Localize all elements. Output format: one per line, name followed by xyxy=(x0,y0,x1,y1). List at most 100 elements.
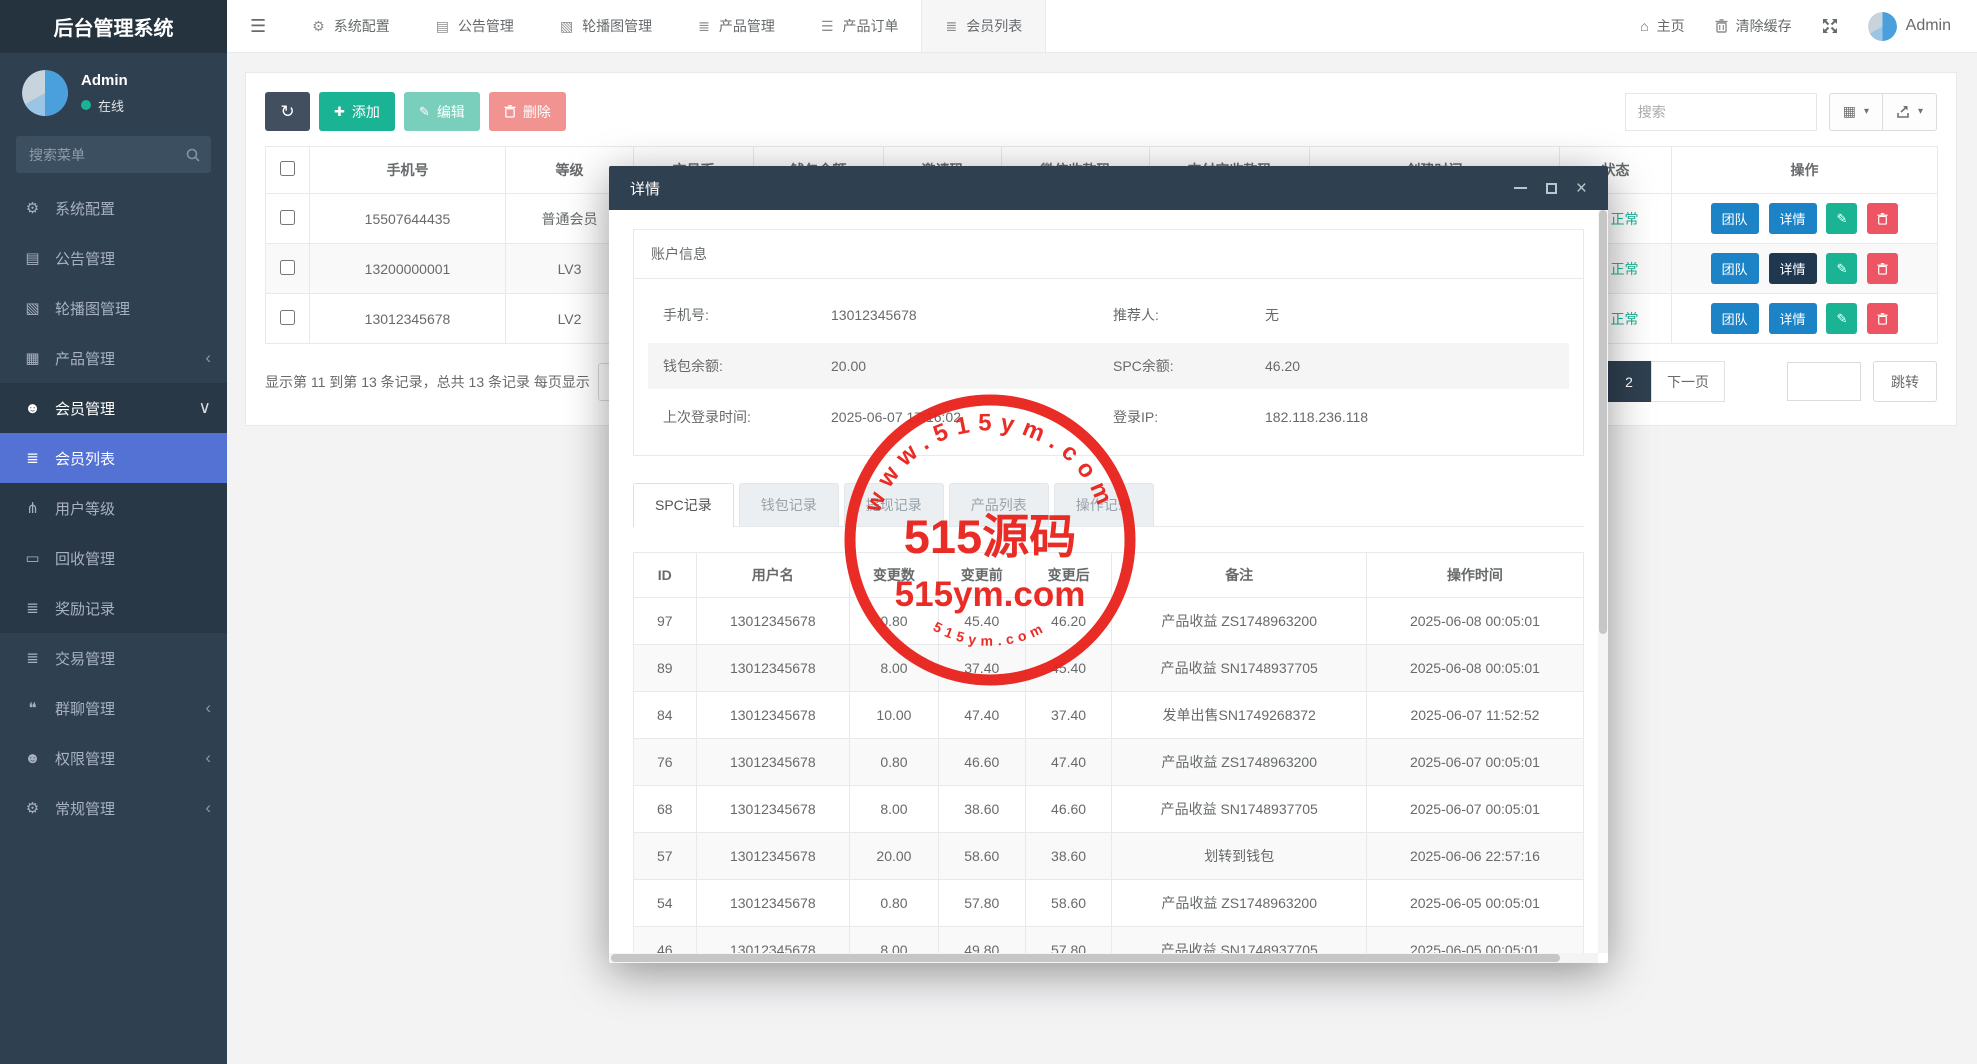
add-button[interactable]: ✚添加 xyxy=(319,92,395,131)
row-delete-button[interactable] xyxy=(1867,253,1898,284)
refresh-button[interactable]: ↻ xyxy=(265,92,310,131)
list-icon: ≣ xyxy=(945,18,957,35)
row-checkbox[interactable] xyxy=(280,310,295,325)
sidebar-item-label: 交易管理 xyxy=(55,648,115,669)
record-after: 58.60 xyxy=(1025,880,1112,927)
team-button[interactable]: 团队 xyxy=(1711,303,1759,334)
sidebar-item[interactable]: ▭ 回收管理 xyxy=(0,533,227,583)
sidebar-item[interactable]: ⚙ 系统配置 xyxy=(0,183,227,233)
select-all-checkbox[interactable] xyxy=(280,161,295,176)
topnav-tab[interactable]: ▧ 轮播图管理 xyxy=(537,0,675,52)
field-label: 手机号: xyxy=(663,305,831,325)
col-actions: 操作 xyxy=(1672,147,1938,194)
close-icon[interactable]: × xyxy=(1576,179,1587,198)
minimize-icon[interactable] xyxy=(1514,187,1527,189)
chevron-left-icon: ‹ xyxy=(205,698,211,718)
field-value: 182.118.236.118 xyxy=(1265,409,1554,425)
field-label: 钱包余额: xyxy=(663,356,831,376)
topnav-tab[interactable]: ▤ 公告管理 xyxy=(413,0,537,52)
hamburger-icon[interactable]: ☰ xyxy=(227,0,289,52)
page-number-button[interactable]: 2 xyxy=(1606,361,1652,402)
topnav-tab[interactable]: ≣ 会员列表 xyxy=(921,0,1046,52)
field-value: 20.00 xyxy=(831,358,1113,374)
sidebar-item[interactable]: ≣ 会员列表 xyxy=(0,433,227,483)
sidebar-item[interactable]: ⚙ 常规管理 ‹ xyxy=(0,783,227,833)
sidebar-item[interactable]: ≣ 交易管理 xyxy=(0,633,227,683)
row-edit-button[interactable]: ✎ xyxy=(1826,203,1857,234)
sidebar-item[interactable]: ⋔ 用户等级 xyxy=(0,483,227,533)
modal-titlebar[interactable]: 详情 × xyxy=(609,166,1608,210)
user-menu[interactable]: Admin xyxy=(1868,12,1951,41)
sidebar-item[interactable]: ▦ 产品管理 ‹ xyxy=(0,333,227,383)
modal-vertical-scrollbar[interactable] xyxy=(1598,210,1608,953)
sidebar-item[interactable]: ❝ 群聊管理 ‹ xyxy=(0,683,227,733)
sidebar-item-label: 公告管理 xyxy=(55,248,115,269)
scrollbar-thumb[interactable] xyxy=(1599,210,1607,634)
maximize-icon[interactable] xyxy=(1546,183,1557,194)
chat-icon: ❝ xyxy=(23,699,42,717)
sidebar-item[interactable]: ≣ 奖励记录 xyxy=(0,583,227,633)
record-after: 38.60 xyxy=(1025,833,1112,880)
topnav-tab[interactable]: ≣ 产品管理 xyxy=(675,0,798,52)
sidebar-item-label: 常规管理 xyxy=(55,798,115,819)
team-button[interactable]: 团队 xyxy=(1711,253,1759,284)
plus-icon: ✚ xyxy=(334,104,345,120)
row-checkbox[interactable] xyxy=(280,210,295,225)
sidebar-item-label: 会员管理 xyxy=(55,398,115,419)
profile-status: 在线 xyxy=(98,96,124,115)
avatar xyxy=(1868,12,1897,41)
row-delete-button[interactable] xyxy=(1867,203,1898,234)
row-checkbox[interactable] xyxy=(280,260,295,275)
fullscreen-button[interactable] xyxy=(1822,17,1838,35)
record-tab[interactable]: 钱包记录 xyxy=(739,483,839,526)
account-info-row: 上次登录时间: 2025-06-07 17:16:02 登录IP: 182.11… xyxy=(648,394,1569,440)
modal-horizontal-scrollbar[interactable] xyxy=(609,953,1598,963)
sidebar-item[interactable]: ▧ 轮播图管理 xyxy=(0,283,227,333)
record-tab[interactable]: 操作记录 xyxy=(1054,483,1154,526)
cell-phone: 15507644435 xyxy=(310,194,506,244)
record-change: 8.00 xyxy=(850,786,939,833)
record-username: 13012345678 xyxy=(696,880,849,927)
columns-button[interactable]: ▦▾ xyxy=(1829,93,1883,131)
record-before: 57.80 xyxy=(938,880,1025,927)
row-edit-button[interactable]: ✎ xyxy=(1826,303,1857,334)
detail-button[interactable]: 详情 xyxy=(1769,203,1817,234)
detail-button[interactable]: 详情 xyxy=(1769,303,1817,334)
next-page-button[interactable]: 下一页 xyxy=(1651,361,1725,402)
gear-icon: ⚙ xyxy=(312,18,325,35)
sidebar-item[interactable]: ☻ 权限管理 ‹ xyxy=(0,733,227,783)
row-delete-button[interactable] xyxy=(1867,303,1898,334)
field-value: 2025-06-07 17:16:02 xyxy=(831,409,1113,425)
sidebar-profile[interactable]: Admin 在线 xyxy=(0,53,227,122)
home-link[interactable]: ⌂ 主页 xyxy=(1640,16,1684,36)
search-icon xyxy=(186,146,200,164)
sidebar-item-label: 回收管理 xyxy=(55,548,115,569)
sitemap-icon: ⋔ xyxy=(23,499,42,517)
sidebar-item[interactable]: ☻ 会员管理 ∨ xyxy=(0,383,227,433)
row-edit-button[interactable]: ✎ xyxy=(1826,253,1857,284)
topnav-tab[interactable]: ⚙ 系统配置 xyxy=(289,0,413,52)
record-tab[interactable]: 提现记录 xyxy=(844,483,944,526)
detail-button[interactable]: 详情 xyxy=(1769,253,1817,284)
topnav-tab[interactable]: ☰ 产品订单 xyxy=(798,0,922,52)
sidebar-item-label: 群聊管理 xyxy=(55,698,115,719)
username: Admin xyxy=(1906,17,1951,35)
delete-button[interactable]: 删除 xyxy=(489,92,566,131)
jump-page-input[interactable] xyxy=(1787,362,1861,401)
table-search-input[interactable] xyxy=(1625,93,1817,131)
record-username: 13012345678 xyxy=(696,692,849,739)
record-change: 0.80 xyxy=(850,598,939,645)
record-tab[interactable]: SPC记录 xyxy=(633,483,734,527)
menu-search-input[interactable] xyxy=(16,136,211,173)
sidebar-item[interactable]: ▤ 公告管理 xyxy=(0,233,227,283)
edit-button[interactable]: ✎编辑 xyxy=(404,92,480,131)
team-button[interactable]: 团队 xyxy=(1711,203,1759,234)
sidebar-item-label: 会员列表 xyxy=(55,448,115,469)
clear-cache-link[interactable]: 清除缓存 xyxy=(1715,16,1792,36)
caret-down-icon: ▾ xyxy=(1864,106,1869,117)
export-button[interactable]: ▾ xyxy=(1882,93,1937,131)
record-tabs: SPC记录 钱包记录 提现记录 产品列表 操作记录 xyxy=(633,483,1584,527)
jump-button[interactable]: 跳转 xyxy=(1873,361,1937,402)
record-tab[interactable]: 产品列表 xyxy=(949,483,1049,526)
scrollbar-thumb[interactable] xyxy=(611,954,1560,962)
